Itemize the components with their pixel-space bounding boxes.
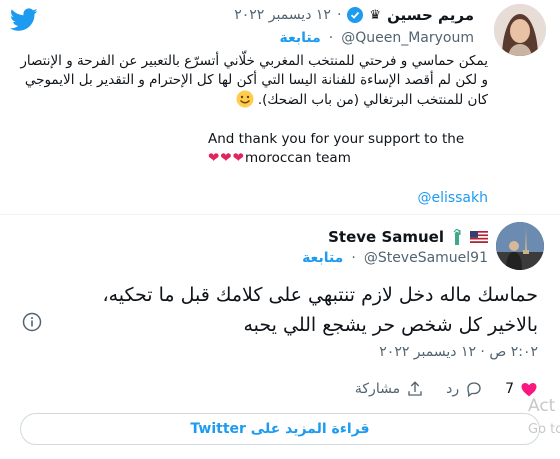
- reply-actions: 7 رد مشاركة: [355, 380, 538, 398]
- tweet-date[interactable]: ١٢ ديسمبر ٢٠٢٢: [234, 7, 331, 23]
- reply-author-avatar[interactable]: [496, 222, 544, 270]
- reply-text-line1: حماسك ماله دخل لازم تنتبهي على كلامك قبل…: [102, 284, 538, 306]
- watermark-line1: Act: [528, 396, 556, 416]
- info-icon[interactable]: [22, 312, 42, 332]
- follow-button[interactable]: متابعة: [279, 30, 320, 46]
- liberty-icon: [453, 229, 461, 245]
- share-label: مشاركة: [354, 381, 401, 397]
- author-handle[interactable]: @Queen_Maryoum: [341, 30, 474, 46]
- watermark-line2: Go to: [528, 422, 560, 437]
- reply-author-handle[interactable]: @SteveSamuel91: [364, 250, 488, 266]
- share-action[interactable]: مشاركة: [355, 380, 424, 398]
- reply-author-name[interactable]: Steve Samuel: [328, 228, 444, 246]
- separator-dot: ·: [336, 7, 342, 23]
- author-handle-row: @Queen_Maryoum · متابعة: [279, 30, 474, 46]
- author-name-row: مريم حسين ♛ · ١٢ ديسمبر ٢٠٢٢: [234, 6, 474, 24]
- author-name[interactable]: مريم حسين: [387, 6, 474, 24]
- reply-action[interactable]: رد: [446, 380, 483, 398]
- reply-follow-button[interactable]: متابعة: [302, 250, 343, 266]
- separator-dot: ·: [351, 250, 356, 266]
- reply-timestamp[interactable]: ٢:٠٢ ص · ١٢ ديسمبر ٢٠٢٢: [379, 344, 538, 360]
- verified-badge-icon: [347, 7, 364, 23]
- smile-emoji-icon: [236, 90, 254, 108]
- reply-handle-row: @SteveSamuel91 · متابعة: [302, 250, 488, 266]
- read-more-button[interactable]: قراءة المزيد على Twitter: [20, 413, 540, 445]
- hearts-emoji: ❤❤❤: [208, 150, 245, 166]
- divider: [0, 214, 560, 215]
- reply-icon[interactable]: [465, 380, 483, 398]
- reply-text-line2: بالاخير كل شخص حر يشجع اللي يحبه: [243, 314, 538, 336]
- flag-icon: [470, 231, 488, 243]
- crown-icon: ♛: [369, 7, 382, 23]
- tweet-text-arabic: يمكن حماسي و فرحتي للمنتخب المغربي خلّان…: [16, 52, 488, 110]
- mention-link[interactable]: @elissakh: [417, 190, 488, 206]
- tweet-text-english-line2: moroccan team: [244, 150, 351, 166]
- share-icon[interactable]: [406, 380, 424, 398]
- tweet-text-english: And thank you for your support to the ❤❤…: [208, 130, 488, 168]
- tweet-text-english-line1: And thank you for your support to the: [208, 131, 465, 147]
- reply-label: رد: [446, 381, 460, 397]
- twitter-bird-icon[interactable]: [10, 8, 38, 32]
- tweet-text-arabic-content: يمكن حماسي و فرحتي للمنتخب المغربي خلّان…: [20, 53, 488, 108]
- like-count: 7: [505, 381, 514, 397]
- reply-author-name-row: Steve Samuel: [328, 228, 488, 246]
- reply-text: حماسك ماله دخل لازم تنتبهي على كلامك قبل…: [16, 280, 538, 340]
- author-avatar[interactable]: [494, 4, 546, 56]
- separator-dot: ·: [328, 30, 334, 46]
